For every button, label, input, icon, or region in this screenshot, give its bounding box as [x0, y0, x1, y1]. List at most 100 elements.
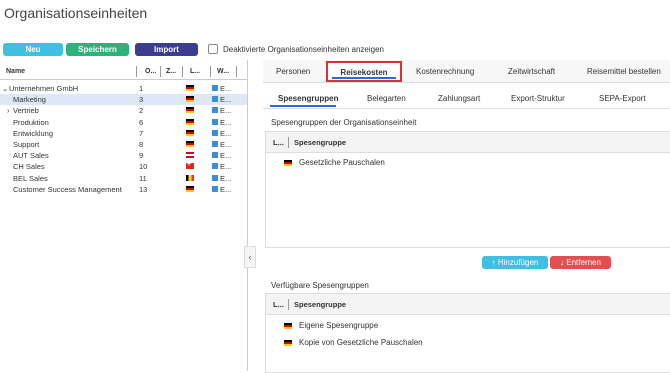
- currency-icon: [212, 118, 218, 125]
- flag-icon: [186, 118, 194, 125]
- flag-icon: [284, 340, 292, 346]
- tree-row-name: Unternehmen GmbH: [9, 84, 79, 93]
- subtab-spesengruppen[interactable]: Spesengruppen: [278, 94, 338, 103]
- flag-icon: [186, 96, 194, 103]
- column-z[interactable]: Z...: [166, 68, 176, 75]
- currency-icon: [212, 152, 218, 159]
- tree-row-w: E...: [220, 140, 232, 149]
- flag-icon: [186, 174, 194, 181]
- tree-row[interactable]: Customer Success Management 13 E...: [0, 184, 247, 195]
- tree-row-w: E...: [220, 184, 232, 194]
- tab-personen[interactable]: Personen: [276, 67, 310, 76]
- tree-row[interactable]: AUT Sales 9 E...: [0, 150, 247, 161]
- tree-row-name: AUT Sales: [13, 151, 49, 161]
- tree-row-number: 7: [139, 128, 144, 138]
- tree-row-w: E...: [220, 173, 232, 183]
- tree-row-w: E...: [220, 106, 232, 116]
- spesengruppe-row[interactable]: Kopie von Gesetzliche Pauschalen: [299, 338, 423, 347]
- assigned-col-spesengruppe[interactable]: Spesengruppe: [294, 138, 346, 147]
- flag-icon: [186, 161, 194, 170]
- chevron-right-icon[interactable]: ›: [7, 106, 10, 115]
- flag-icon: [186, 85, 194, 91]
- tree-row-number: 8: [139, 140, 144, 149]
- tree-row-name: CH Sales: [13, 162, 45, 172]
- column-number[interactable]: O...: [145, 68, 156, 75]
- tree-row[interactable]: ⌄ Unternehmen GmbH 1 E...: [0, 83, 247, 94]
- available-col-language[interactable]: L...: [273, 300, 284, 309]
- show-deactivated-checkbox[interactable]: [208, 44, 218, 54]
- tree-row-w: E...: [220, 128, 232, 138]
- save-button[interactable]: Speichern: [66, 43, 129, 56]
- tree-row[interactable]: Entwicklung 7 E...: [0, 128, 247, 139]
- show-deactivated-toggle[interactable]: Deaktivierte Organisationseinheiten anze…: [208, 44, 384, 54]
- assigned-heading: Spesengruppen der Organisationseinheit: [271, 118, 417, 127]
- subtab-sepa-export[interactable]: SEPA-Export: [599, 94, 646, 103]
- tree-row-name: Customer Success Management: [13, 184, 122, 194]
- column-language[interactable]: L...: [190, 68, 200, 75]
- main-tabs: Personen Reisekosten Kostenrechnung Zeit…: [263, 60, 670, 83]
- subtab-export-struktur[interactable]: Export-Struktur: [511, 94, 565, 103]
- add-button[interactable]: ↑ Hinzufügen: [482, 256, 548, 269]
- tree-row-name: Marketing: [13, 95, 46, 105]
- add-button-label: Hinzufügen: [497, 258, 539, 267]
- active-subtab-indicator: [270, 105, 336, 107]
- assigned-grid: L... Spesengruppe Gesetzliche Pauschalen: [265, 131, 670, 248]
- column-name[interactable]: Name: [6, 68, 25, 75]
- tree-row[interactable]: › Vertrieb 2 E...: [0, 105, 247, 116]
- subtab-zahlungsart[interactable]: Zahlungsart: [438, 94, 480, 103]
- remove-button-label: Entfernen: [566, 258, 601, 267]
- tree-row-number: 3: [139, 95, 144, 105]
- arrow-up-icon: ↑: [491, 258, 496, 267]
- collapse-panel-button[interactable]: ‹: [244, 246, 256, 268]
- tree-row[interactable]: Produktion 6 E...: [0, 117, 247, 128]
- spesengruppe-row[interactable]: Eigene Spesengruppe: [299, 321, 378, 330]
- tree-row[interactable]: BEL Sales 11 E...: [0, 173, 247, 184]
- new-button[interactable]: Neu: [3, 43, 63, 56]
- currency-icon: [212, 185, 218, 192]
- tree-row-w: E...: [220, 162, 232, 172]
- tree-row-name: Produktion: [13, 117, 49, 127]
- tab-reisekosten-label: Reisekosten: [340, 68, 388, 77]
- tab-zeitwirtschaft[interactable]: Zeitwirtschaft: [508, 67, 555, 76]
- page-title: Organisationseinheiten: [4, 5, 148, 21]
- tree-row-w: E...: [220, 151, 232, 161]
- flag-icon: [284, 160, 292, 166]
- currency-icon: [212, 174, 218, 181]
- remove-button[interactable]: ↓ Entfernen: [550, 256, 611, 269]
- tab-kostenrechnung[interactable]: Kostenrechnung: [416, 67, 474, 76]
- available-heading: Verfügbare Spesengruppen: [271, 281, 369, 290]
- tab-reisemittel-bestellen[interactable]: Reisemittel bestellen: [587, 67, 661, 76]
- arrow-down-icon: ↓: [560, 258, 565, 267]
- tree-row-number: 1: [139, 84, 144, 93]
- flag-icon: [186, 129, 194, 136]
- tree-row[interactable]: Marketing 3 E...: [0, 94, 247, 106]
- flag-icon: [284, 323, 292, 329]
- tree-row[interactable]: CH Sales 10 E...: [0, 161, 247, 172]
- assigned-col-language[interactable]: L...: [273, 138, 284, 147]
- flag-icon: [186, 107, 194, 114]
- tree-row-number: 9: [139, 151, 144, 161]
- tree-row-name: Vertrieb: [13, 106, 39, 116]
- currency-icon: [212, 129, 218, 136]
- available-grid-header: L... Spesengruppe: [266, 294, 670, 315]
- tree-row-number: 2: [139, 106, 144, 116]
- available-col-spesengruppe[interactable]: Spesengruppe: [294, 300, 346, 309]
- tree-header: Name O... Z... L... W...: [0, 64, 247, 80]
- tree-row-number: 10: [139, 162, 148, 172]
- currency-icon: [212, 141, 218, 147]
- column-w[interactable]: W...: [217, 68, 229, 75]
- subtab-belegarten[interactable]: Belegarten: [367, 94, 406, 103]
- currency-icon: [212, 96, 218, 103]
- import-button[interactable]: Import: [135, 43, 198, 56]
- chevron-down-icon[interactable]: ⌄: [2, 84, 8, 93]
- tree-row-number: 6: [139, 117, 144, 127]
- tree-row-w: E...: [220, 95, 232, 105]
- tree-row[interactable]: Support 8 E...: [0, 139, 247, 150]
- show-deactivated-label: Deaktivierte Organisationseinheiten anze…: [223, 44, 384, 54]
- assigned-grid-header: L... Spesengruppe: [266, 132, 670, 153]
- spesengruppe-row[interactable]: Gesetzliche Pauschalen: [299, 158, 385, 167]
- tab-reisekosten[interactable]: Reisekosten: [326, 61, 402, 82]
- currency-icon: [212, 85, 218, 91]
- tree-row-name: BEL Sales: [13, 173, 48, 183]
- tree-row-w: E...: [220, 117, 232, 127]
